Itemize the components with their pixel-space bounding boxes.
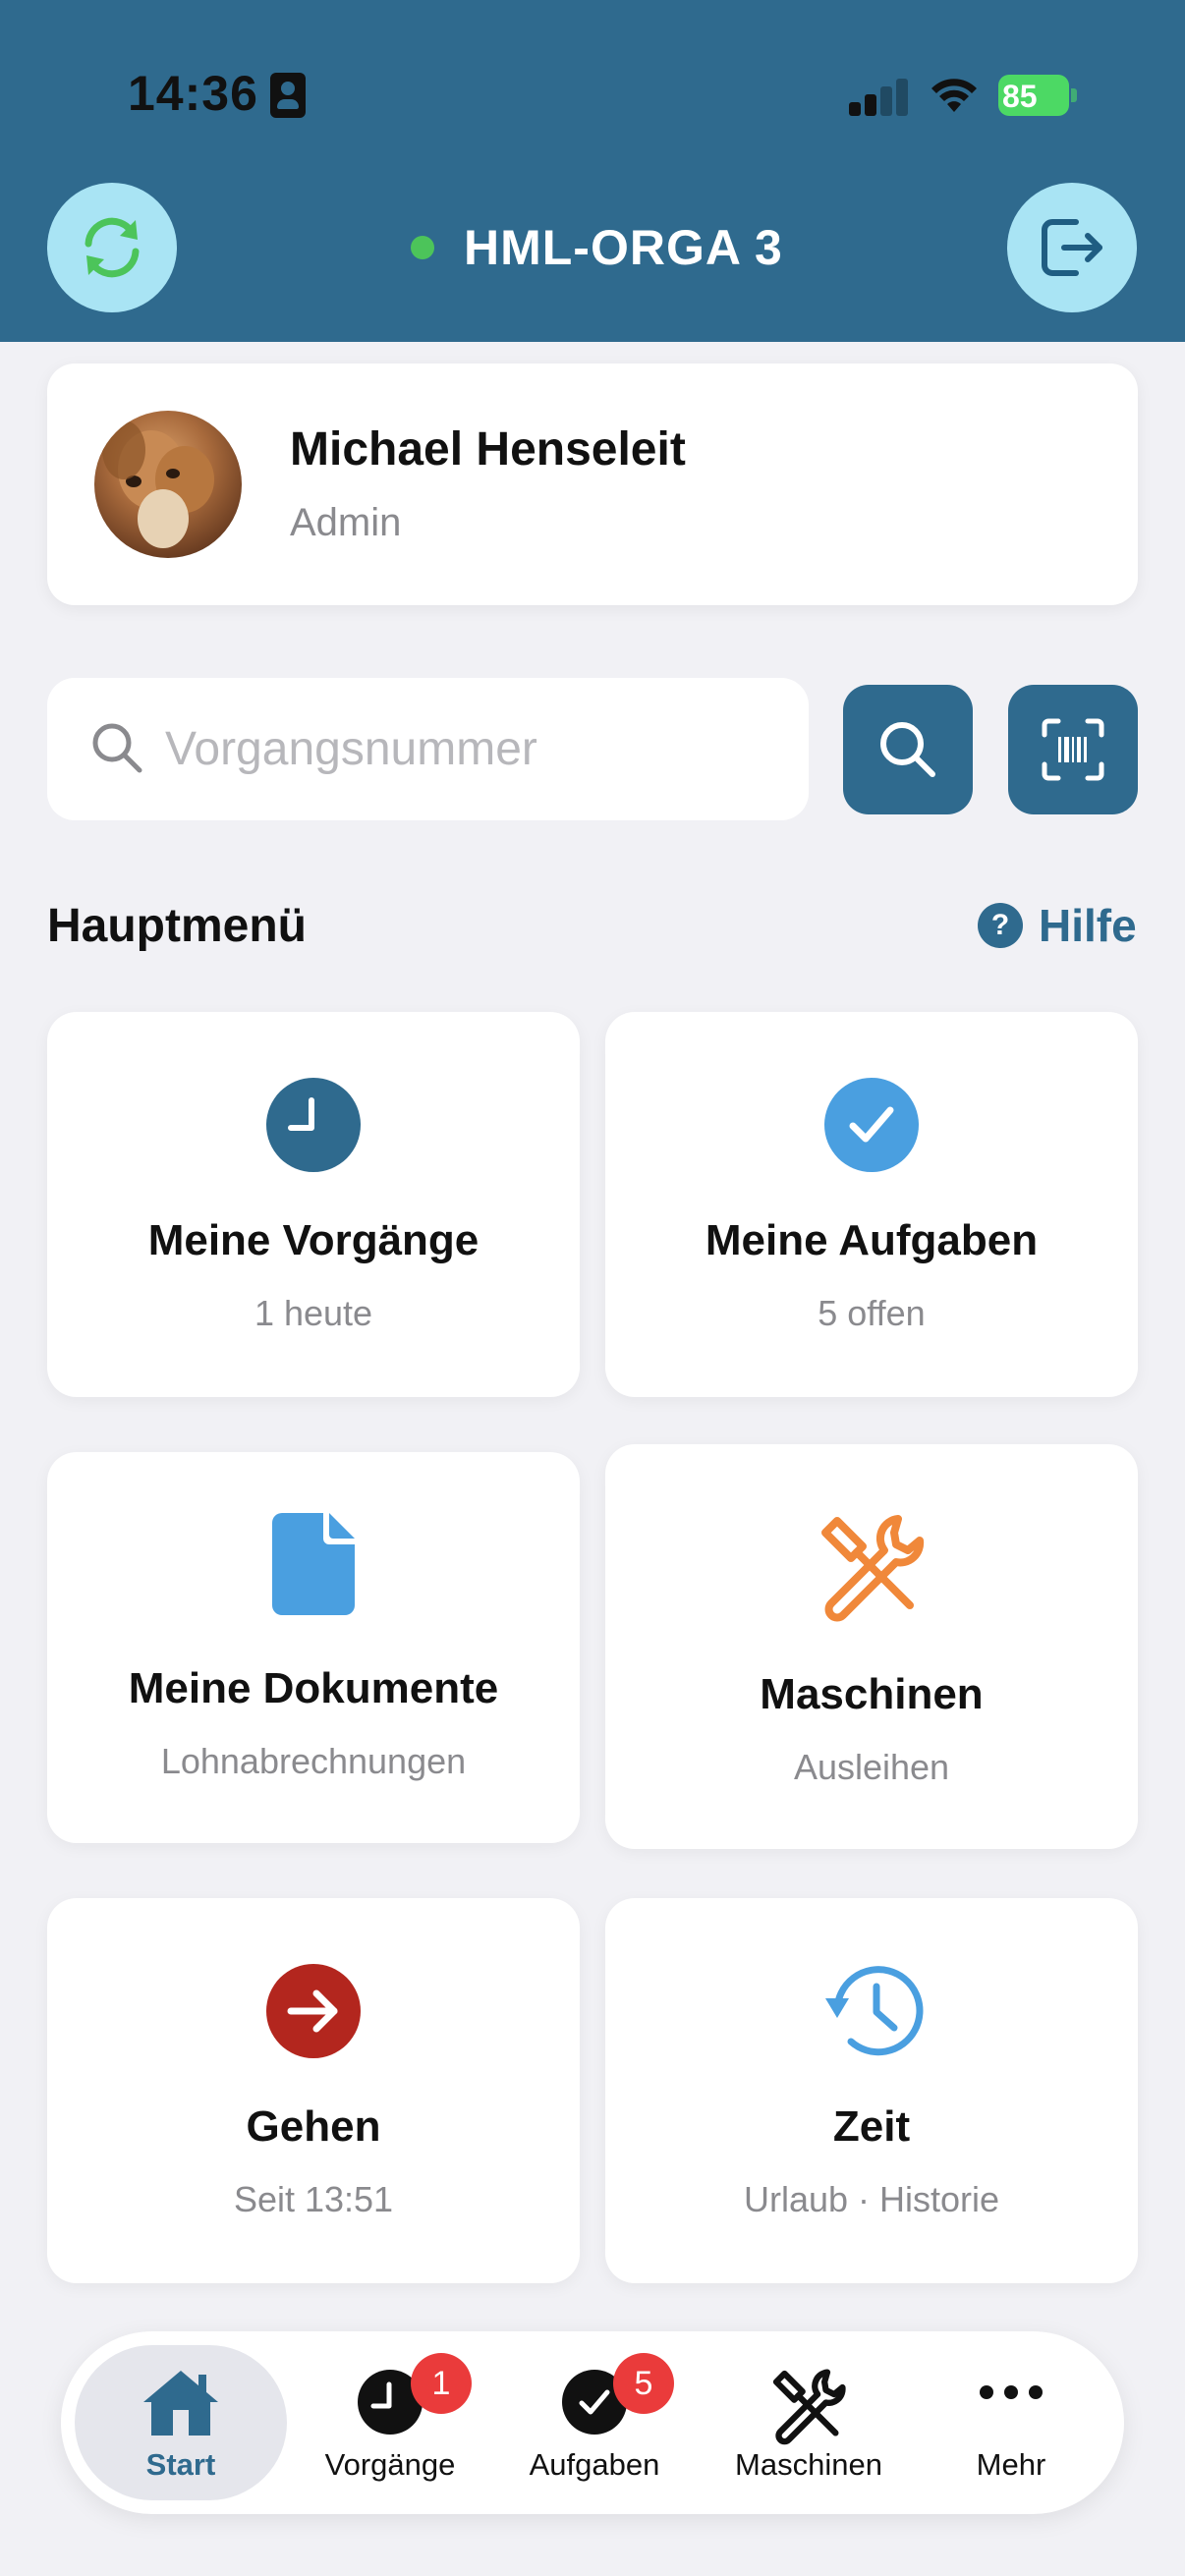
check-circle-icon bbox=[824, 1078, 919, 1172]
logout-icon bbox=[1042, 219, 1102, 276]
tile-subtitle: Seit 13:51 bbox=[233, 2179, 394, 2219]
organisation-title: HML-ORGA 3 bbox=[411, 216, 783, 279]
barcode-scan-button[interactable] bbox=[1008, 685, 1138, 814]
barcode-scan-icon bbox=[1042, 718, 1104, 781]
help-icon: ? bbox=[978, 903, 1023, 948]
avatar bbox=[94, 411, 242, 558]
search-button[interactable] bbox=[843, 685, 973, 814]
tile-subtitle: 1 heute bbox=[254, 1293, 373, 1333]
tile-gehen[interactable]: Gehen Seit 13:51 bbox=[47, 1898, 580, 2283]
tab-vorgaenge[interactable]: 1 Vorgänge bbox=[287, 2345, 493, 2500]
tab-label: Maschinen bbox=[735, 2447, 882, 2482]
search-input[interactable] bbox=[165, 707, 774, 791]
tile-meine-aufgaben[interactable]: Meine Aufgaben 5 offen bbox=[605, 1012, 1138, 1397]
tab-label: Aufgaben bbox=[529, 2447, 660, 2482]
main-menu-title: Hauptmenü bbox=[47, 900, 307, 952]
cellular-signal-icon bbox=[849, 77, 908, 116]
clock-icon bbox=[266, 1078, 361, 1172]
tab-mehr[interactable]: Mehr bbox=[908, 2345, 1114, 2500]
tile-title: Meine Aufgaben bbox=[705, 1216, 1039, 1264]
document-icon bbox=[272, 1513, 355, 1615]
tile-subtitle: Lohnabrechnungen bbox=[160, 1741, 467, 1781]
sync-icon bbox=[85, 217, 140, 278]
home-icon bbox=[143, 2371, 218, 2436]
bottom-tab-bar: Start 1 Vorgänge 5 Aufgaben Maschinen Me… bbox=[61, 2331, 1124, 2514]
tile-subtitle: Ausleihen bbox=[793, 1747, 950, 1787]
tile-subtitle: Urlaub · Historie bbox=[743, 2179, 1000, 2219]
history-clock-icon bbox=[825, 1966, 924, 2056]
organisation-name: HML-ORGA 3 bbox=[464, 220, 783, 275]
help-label: Hilfe bbox=[1039, 900, 1137, 951]
search-icon bbox=[92, 723, 142, 773]
tile-title: Gehen bbox=[246, 2102, 381, 2151]
tile-title: Zeit bbox=[832, 2102, 911, 2151]
battery-icon: 85 bbox=[998, 75, 1077, 116]
id-card-icon bbox=[270, 73, 306, 118]
online-status-dot bbox=[411, 236, 434, 259]
tile-title: Meine Vorgänge bbox=[147, 1216, 480, 1264]
tab-badge: 1 bbox=[411, 2353, 472, 2414]
more-icon bbox=[980, 2385, 1043, 2399]
battery-level: 85 bbox=[1002, 79, 1038, 114]
tile-maschinen[interactable]: Maschinen Ausleihen bbox=[605, 1444, 1138, 1849]
tab-badge: 5 bbox=[613, 2353, 674, 2414]
profile-card[interactable]: Michael Henseleit Admin bbox=[47, 364, 1138, 605]
search-icon bbox=[880, 722, 935, 777]
logout-button[interactable] bbox=[1007, 183, 1137, 312]
profile-name: Michael Henseleit bbox=[290, 423, 686, 476]
tools-icon bbox=[772, 2369, 846, 2445]
sync-button[interactable] bbox=[47, 183, 177, 312]
tab-label: Start bbox=[145, 2447, 216, 2482]
tile-title: Maschinen bbox=[760, 1670, 984, 1718]
profile-role: Admin bbox=[290, 501, 402, 544]
arrow-right-circle-icon bbox=[266, 1964, 361, 2058]
tile-subtitle: 5 offen bbox=[818, 1293, 926, 1333]
tools-icon bbox=[821, 1515, 925, 1622]
help-link[interactable]: ? Hilfe bbox=[978, 899, 1137, 952]
tile-title: Meine Dokumente bbox=[128, 1664, 499, 1712]
tab-maschinen[interactable]: Maschinen bbox=[705, 2345, 912, 2500]
tab-aufgaben[interactable]: 5 Aufgaben bbox=[491, 2345, 698, 2500]
app-header: 14:36 85 HML-ORGA 3 bbox=[0, 0, 1185, 342]
search-box bbox=[47, 678, 809, 820]
wifi-icon bbox=[931, 79, 977, 112]
tile-meine-dokumente[interactable]: Meine Dokumente Lohnabrechnungen bbox=[47, 1452, 580, 1843]
tab-label: Vorgänge bbox=[324, 2447, 456, 2482]
tab-label: Mehr bbox=[976, 2447, 1046, 2482]
status-time: 14:36 bbox=[128, 66, 258, 121]
tab-start[interactable]: Start bbox=[75, 2345, 287, 2500]
tile-meine-vorgaenge[interactable]: Meine Vorgänge 1 heute bbox=[47, 1012, 580, 1397]
tile-zeit[interactable]: Zeit Urlaub · Historie bbox=[605, 1898, 1138, 2283]
status-bar: 14:36 85 bbox=[0, 0, 1185, 187]
